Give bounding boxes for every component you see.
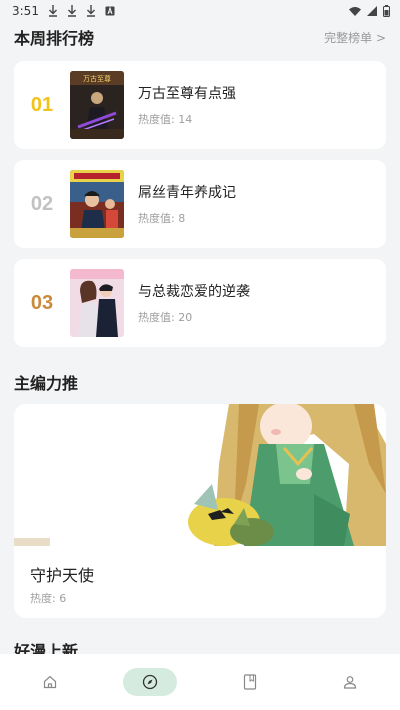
download-icon: [67, 5, 76, 17]
featured-comic-banner: [14, 404, 386, 546]
featured-comic-card[interactable]: 守护天使 热度: 6: [14, 404, 386, 618]
compass-icon: [142, 674, 158, 690]
battery-icon: [383, 5, 390, 17]
rank-heat-value: 热度值: 20: [138, 311, 193, 324]
tab-bookshelf[interactable]: [223, 668, 277, 696]
rank-heat-value: 热度值: 8: [138, 212, 186, 225]
tab-profile[interactable]: [323, 668, 377, 696]
editor-pick-title: 主编力推: [14, 374, 79, 393]
rank-comic-title: 屌丝青年养成记: [138, 185, 236, 201]
comic-cover: [70, 269, 124, 337]
status-bar: 3:51: [0, 0, 400, 22]
status-time: 3:51: [12, 4, 39, 18]
editor-pick-header: 主编力推: [14, 370, 386, 394]
rank-card[interactable]: 02 屌丝青年养成记 热度值: 8: [14, 160, 386, 248]
weekly-rank-header: 本周排行榜 完整榜单 >: [14, 25, 386, 49]
bottom-tab-bar: [0, 654, 400, 710]
comic-cover: [70, 170, 124, 238]
signal-icon: [367, 6, 377, 16]
home-icon: [43, 675, 57, 689]
bookmark-icon: [243, 674, 257, 690]
rank-number: 01: [30, 93, 54, 116]
tab-home[interactable]: [23, 668, 77, 696]
full-rank-link[interactable]: 完整榜单 >: [324, 29, 386, 46]
user-icon: [343, 676, 357, 689]
rank-card[interactable]: 01 万古至尊 万古至尊有点强 热度值: 14: [14, 61, 386, 149]
svg-text:万古至尊: 万古至尊: [83, 74, 111, 83]
rank-number: 03: [30, 291, 54, 314]
featured-comic-heat: 热度: 6: [30, 592, 67, 605]
tab-discover[interactable]: [123, 668, 177, 696]
rank-comic-title: 与总裁恋爱的逆袭: [138, 284, 250, 300]
rank-number: 02: [30, 192, 54, 215]
notification-a-icon: [105, 6, 115, 16]
comic-cover: 万古至尊: [70, 71, 124, 139]
wifi-icon: [349, 7, 361, 16]
featured-comic-title: 守护天使: [30, 566, 95, 585]
weekly-rank-title: 本周排行榜: [14, 29, 95, 48]
rank-comic-title: 万古至尊有点强: [138, 86, 236, 102]
rank-card[interactable]: 03 与总裁恋爱的逆袭 热度值: 20: [14, 259, 386, 347]
rank-heat-value: 热度值: 14: [138, 113, 193, 126]
download-icon: [48, 5, 57, 17]
download-icon: [86, 5, 95, 17]
